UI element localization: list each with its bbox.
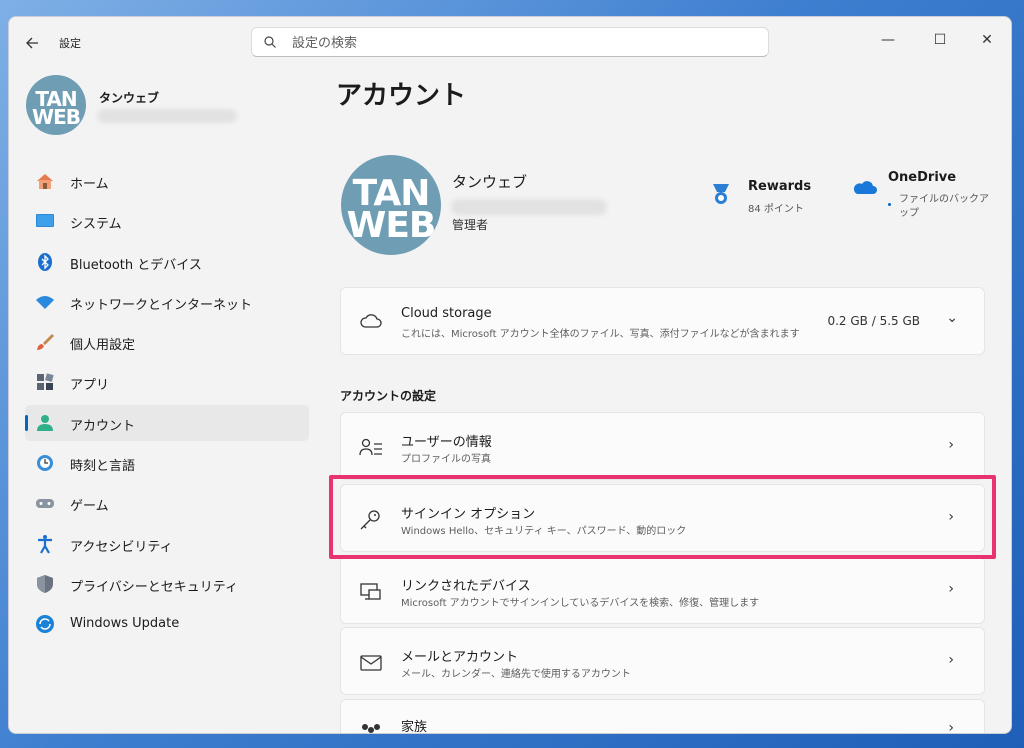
apps-icon [37, 373, 54, 391]
settings-row-description: Microsoft アカウントでサインインしているデバイスを検索、修復、管理しま… [401, 598, 760, 609]
settings-row-email-accounts[interactable]: メールとアカウント メール、カレンダー、連絡先で使用するアカウント › [340, 627, 985, 695]
sidebar-item-label: Windows Update [70, 616, 180, 632]
settings-window: 設定 — ☐ ✕ TAN WEB タンウェブ ホーム システム Bluetoot… [8, 16, 1012, 734]
settings-row-title: 家族 [401, 720, 428, 734]
cloud-storage-description: これには、Microsoft アカウント全体のファイル、写真、添付ファイルなどが… [401, 329, 800, 340]
chevron-right-icon: › [948, 652, 954, 668]
rewards-title[interactable]: Rewards [748, 179, 811, 194]
rewards-points: 84 ポイント [748, 204, 804, 215]
onedrive-cloud-icon [853, 181, 877, 194]
chevron-right-icon: › [948, 581, 954, 597]
search-icon [264, 36, 276, 48]
family-icon [362, 724, 380, 733]
account-role: 管理者 [452, 218, 489, 232]
sidebar-item-system[interactable]: システム [25, 203, 309, 239]
sidebar-item-label: ネットワークとインターネット [70, 297, 253, 313]
sidebar-item-gaming[interactable]: ゲーム [25, 485, 309, 521]
sidebar-item-label: プライバシーとセキュリティ [70, 579, 238, 595]
sidebar-item-label: システム [70, 217, 122, 233]
avatar-text-bottom: WEB [32, 105, 81, 129]
search-box[interactable] [251, 27, 769, 57]
shield-icon [37, 574, 53, 593]
settings-row-title: ユーザーの情報 [401, 435, 492, 450]
account-avatar[interactable]: TAN WEB [341, 155, 441, 255]
brush-icon [37, 334, 54, 351]
sidebar-item-label: ホーム [70, 177, 109, 192]
sidebar-item-label: アカウント [70, 418, 136, 434]
sidebar-item-apps[interactable]: アプリ [25, 364, 309, 400]
update-icon [36, 615, 54, 634]
sidebar-item-label: Bluetooth とデバイス [70, 257, 202, 273]
system-icon [36, 214, 54, 228]
bluetooth-icon [38, 252, 52, 271]
settings-row-family[interactable]: 家族 › [340, 699, 985, 734]
sidebar-item-label: 時刻と言語 [70, 459, 136, 475]
window-title: 設定 [59, 37, 81, 50]
sidebar-item-time-language[interactable]: 時刻と言語 [25, 445, 309, 481]
cloud-storage-card[interactable]: Cloud storage これには、Microsoft アカウント全体のファイ… [340, 287, 985, 355]
sidebar-item-windows-update[interactable]: Windows Update [25, 606, 309, 642]
section-heading: アカウントの設定 [340, 389, 437, 403]
account-name: タンウェブ [452, 173, 528, 191]
avatar[interactable]: TAN WEB [26, 75, 86, 135]
avatar-text-bottom: WEB [346, 205, 437, 246]
mail-icon [360, 655, 382, 671]
devices-icon [360, 583, 381, 600]
cloud-storage-title: Cloud storage [401, 306, 492, 321]
account-email-redacted [451, 199, 607, 215]
highlight-box [329, 475, 996, 559]
close-button[interactable]: ✕ [964, 25, 1010, 55]
sidebar-item-label: 個人用設定 [70, 338, 136, 354]
sidebar-nav: ホーム システム Bluetooth とデバイス ネットワークとインターネット … [25, 163, 309, 647]
search-input[interactable] [290, 33, 734, 53]
chevron-right-icon: › [948, 720, 954, 734]
sidebar-item-network[interactable]: ネットワークとインターネット [25, 284, 309, 320]
settings-row-description: プロファイルの写真 [401, 454, 491, 465]
onedrive-status-dot [888, 203, 891, 206]
settings-row-title: リンクされたデバイス [401, 579, 531, 594]
sidebar-item-accounts[interactable]: アカウント [25, 404, 309, 441]
storage-usage: 0.2 GB / 5.5 GB [827, 314, 920, 328]
settings-row-title: メールとアカウント [401, 650, 519, 665]
account-icon [37, 414, 53, 431]
sidebar-item-label: アプリ [70, 378, 110, 394]
sidebar-item-personalization[interactable]: 個人用設定 [25, 324, 309, 360]
wifi-icon [36, 295, 54, 309]
page-title: アカウント [336, 81, 467, 111]
accessibility-icon [38, 534, 52, 554]
sidebar-item-home[interactable]: ホーム [25, 163, 309, 199]
sidebar-item-bluetooth[interactable]: Bluetooth とデバイス [25, 244, 309, 280]
cloud-icon [360, 314, 382, 328]
rewards-medal-icon [713, 184, 729, 204]
chevron-right-icon: › [948, 437, 954, 453]
sidebar-item-label: アクセシビリティ [70, 539, 173, 555]
user-info-icon [359, 438, 382, 456]
home-icon [37, 174, 53, 189]
onedrive-subtitle: ファイルのバックアップ [899, 194, 989, 219]
arrow-left-icon [26, 37, 38, 49]
sidebar-item-privacy[interactable]: プライバシーとセキュリティ [25, 566, 309, 602]
sidebar-item-accessibility[interactable]: アクセシビリティ [25, 526, 309, 562]
title-bar: 設定 — ☐ ✕ [9, 17, 1011, 69]
back-button[interactable] [25, 33, 45, 53]
gamepad-icon [36, 499, 54, 509]
profile-email-redacted [97, 109, 237, 123]
settings-row-description: メール、カレンダー、連絡先で使用するアカウント [401, 669, 631, 680]
chevron-down-icon[interactable]: ⌄ [946, 310, 958, 326]
maximize-button[interactable]: ☐ [917, 25, 963, 55]
profile-name: タンウェブ [99, 91, 160, 105]
clock-globe-icon [37, 455, 53, 472]
settings-row-user-info[interactable]: ユーザーの情報 プロファイルの写真 › [340, 412, 985, 480]
sidebar-item-label: ゲーム [70, 499, 109, 515]
settings-row-linked-devices[interactable]: リンクされたデバイス Microsoft アカウントでサインインしているデバイス… [340, 556, 985, 624]
onedrive-title[interactable]: OneDrive [888, 170, 956, 185]
minimize-button[interactable]: — [865, 25, 911, 55]
